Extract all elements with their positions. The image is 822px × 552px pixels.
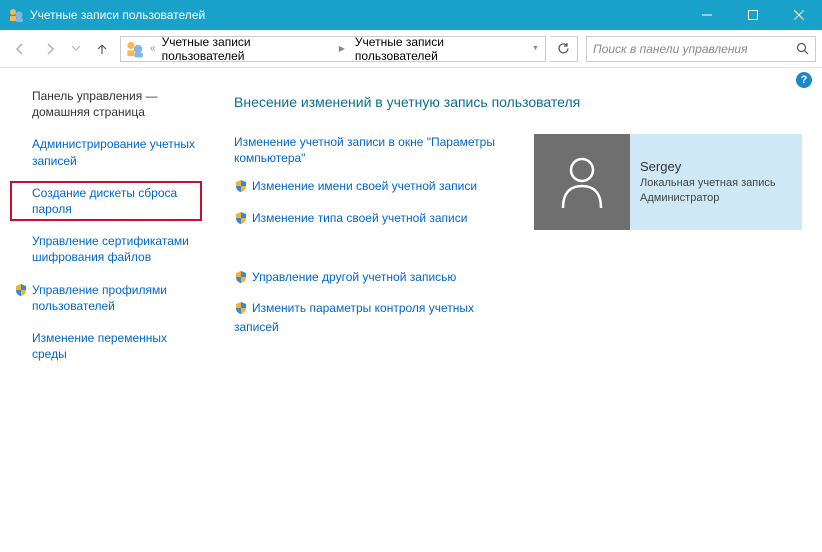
action-link[interactable]: Изменение учетной записи в окне "Парамет… (234, 135, 495, 165)
sidebar-item-label: Панель управления — домашняя страница (32, 89, 158, 119)
link-row: Управление другой учетной записью (234, 269, 516, 288)
shield-icon (234, 211, 248, 225)
sidebar-item-4[interactable]: Управление профилями пользователей (14, 282, 202, 314)
user-icon (557, 154, 607, 210)
shield-icon (234, 270, 248, 284)
user-name: Sergey (640, 159, 776, 174)
navbar: « Учетные записи пользователей ▶ Учетные… (0, 30, 822, 68)
history-dropdown[interactable] (66, 35, 86, 63)
sidebar-item-label: Создание дискеты сброса пароля (32, 186, 177, 216)
user-privilege: Администратор (640, 191, 776, 206)
link-row: Изменение типа своей учетной записи (234, 210, 516, 229)
sidebar-item-label: Управление сертификатами шифрования файл… (32, 234, 189, 264)
link-row: Изменение имени своей учетной записи (234, 178, 516, 197)
breadcrumb-seg-2[interactable]: Учетные записи пользователей (351, 37, 526, 61)
minimize-button[interactable] (684, 0, 730, 30)
refresh-button[interactable] (550, 36, 578, 62)
page-heading: Внесение изменений в учетную запись поль… (234, 94, 802, 110)
sidebar-item-label: Управление профилями пользователей (32, 283, 167, 313)
sidebar-item-5[interactable]: Изменение переменных среды (14, 330, 202, 362)
user-info: Sergey Локальная учетная запись Админист… (640, 159, 776, 206)
search-box[interactable] (586, 36, 816, 62)
app-icon (8, 7, 24, 23)
shield-icon (234, 301, 248, 315)
link-row: Изменение учетной записи в окне "Парамет… (234, 134, 516, 166)
titlebar: Учетные записи пользователей (0, 0, 822, 30)
maximize-button[interactable] (730, 0, 776, 30)
action-link[interactable]: Изменить параметры контроля учетных запи… (234, 301, 474, 334)
up-button[interactable] (88, 35, 116, 63)
chevron-down-icon[interactable]: ▼ (526, 45, 545, 52)
action-link[interactable]: Изменение типа своей учетной записи (252, 211, 467, 225)
breadcrumb-prefix: « (148, 43, 158, 54)
link-column: Изменение учетной записи в окне "Парамет… (234, 134, 516, 347)
chevron-right-icon[interactable]: ▶ (333, 44, 351, 53)
search-input[interactable] (587, 42, 789, 56)
user-account-type: Локальная учетная запись (640, 176, 776, 191)
close-button[interactable] (776, 0, 822, 30)
shield-icon (14, 283, 28, 297)
forward-button[interactable] (36, 35, 64, 63)
sidebar-item-3[interactable]: Управление сертификатами шифрования файл… (14, 233, 202, 265)
sidebar-item-1[interactable]: Администрирование учетных записей (14, 136, 202, 168)
action-link[interactable]: Изменение имени своей учетной записи (252, 179, 477, 193)
content: Панель управления — домашняя страница Адм… (0, 68, 822, 552)
shield-icon (234, 179, 248, 193)
action-link[interactable]: Управление другой учетной записью (252, 270, 456, 284)
sidebar-item-label: Администрирование учетных записей (32, 137, 195, 167)
address-bar[interactable]: « Учетные записи пользователей ▶ Учетные… (120, 36, 546, 62)
breadcrumb-seg-1[interactable]: Учетные записи пользователей (158, 37, 333, 61)
sidebar-item-0: Панель управления — домашняя страница (14, 88, 202, 120)
user-card: Sergey Локальная учетная запись Админист… (534, 134, 802, 230)
search-icon[interactable] (789, 37, 815, 61)
location-icon (125, 39, 144, 59)
window-title: Учетные записи пользователей (30, 8, 684, 22)
back-button[interactable] (6, 35, 34, 63)
sidebar: Панель управления — домашняя страница Адм… (0, 68, 210, 552)
sidebar-item-label: Изменение переменных среды (32, 331, 167, 361)
sidebar-item-2[interactable]: Создание дискеты сброса пароля (14, 185, 198, 217)
main-panel: Внесение изменений в учетную запись поль… (210, 68, 822, 552)
link-row: Изменить параметры контроля учетных запи… (234, 300, 516, 335)
avatar (534, 134, 630, 230)
